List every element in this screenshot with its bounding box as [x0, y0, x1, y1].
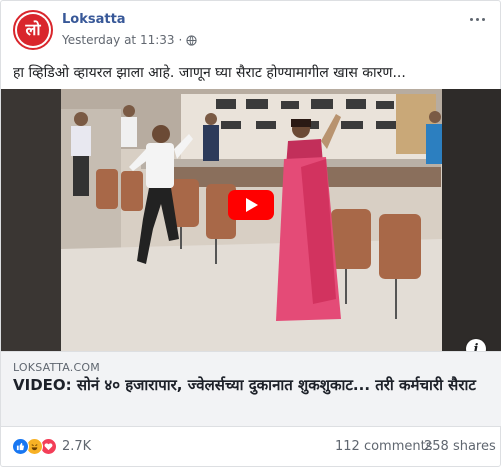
- page-avatar[interactable]: लो: [13, 10, 53, 50]
- comments-count[interactable]: 112 comments: [335, 439, 432, 454]
- like-icon: [12, 438, 29, 455]
- reactions-summary[interactable]: 2.7K: [12, 438, 91, 455]
- page-name-link[interactable]: Loksatta: [62, 12, 126, 27]
- video-player[interactable]: [1, 89, 501, 351]
- more-options-icon[interactable]: [466, 11, 488, 27]
- globe-icon[interactable]: [186, 34, 197, 46]
- post-meta: Yesterday at 11:33 ·: [62, 33, 197, 47]
- meta-separator: ·: [178, 33, 183, 47]
- link-preview[interactable]: LOKSATTA.COM VIDEO: सोनं ४० हजारापार, ज्…: [1, 351, 501, 427]
- link-headline[interactable]: VIDEO: सोनं ४० हजारापार, ज्वेलर्सच्या दु…: [13, 376, 483, 395]
- video-frame: [1, 89, 501, 351]
- reaction-count: 2.7K: [62, 439, 92, 454]
- play-icon[interactable]: [228, 190, 274, 220]
- link-domain: LOKSATTA.COM: [13, 361, 100, 374]
- post-card: लो Loksatta Yesterday at 11:33 · हा व्हि…: [0, 0, 501, 467]
- post-text: हा व्हिडिओ व्हायरल झाला आहे. जाणून घ्या …: [13, 65, 406, 81]
- loksatta-logo: लो: [17, 14, 49, 46]
- post-timestamp[interactable]: Yesterday at 11:33: [62, 33, 175, 47]
- shares-count[interactable]: 258 shares: [424, 439, 496, 454]
